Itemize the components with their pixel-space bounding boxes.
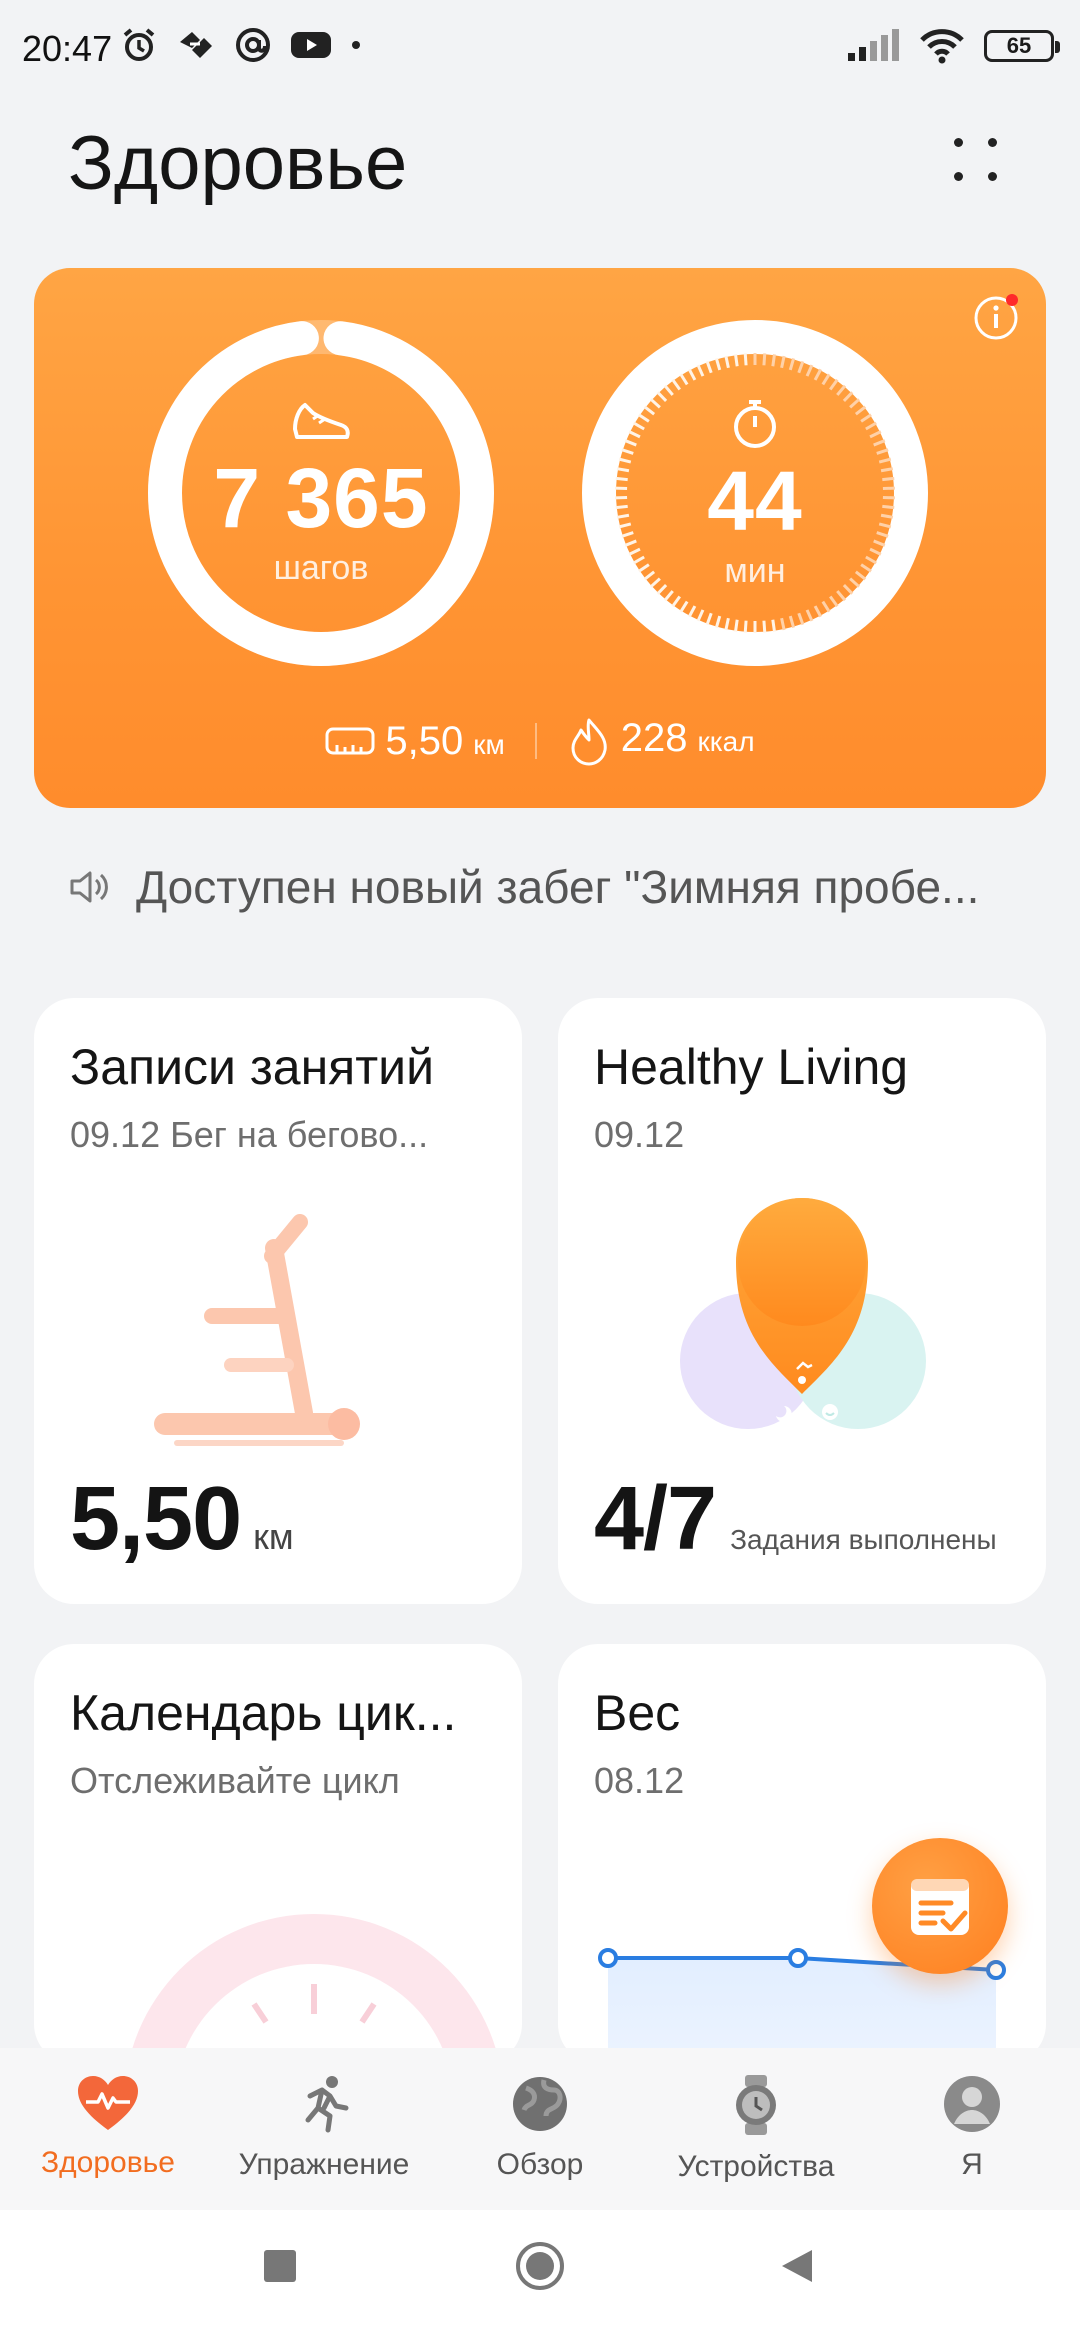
records-distance: 5,50 км <box>70 1468 294 1571</box>
healthy-living-card[interactable]: Healthy Living 09.12 4/7 Задания выполне… <box>558 998 1046 1604</box>
profile-icon <box>944 2076 1000 2132</box>
nav-label-me: Я <box>961 2148 983 2181</box>
watch-icon <box>736 2075 776 2135</box>
distance-stat: 5,50 км <box>325 718 505 764</box>
notification-icons <box>120 26 362 64</box>
info-icon[interactable] <box>972 292 1022 342</box>
add-record-button[interactable] <box>872 1838 1008 1974</box>
system-navigation <box>0 2210 1080 2340</box>
steps-value: 7 365 <box>213 450 429 545</box>
running-icon <box>305 2076 349 2133</box>
cycle-calendar-card[interactable]: Календарь цик... Отслеживайте цикл <box>34 1644 522 2064</box>
calories-stat: 228 ккал <box>567 716 755 766</box>
cycle-dial-graphic <box>128 1914 500 2064</box>
signal-icon <box>848 29 899 61</box>
minutes-ring[interactable]: 44 мин <box>580 318 930 668</box>
announcement-banner[interactable]: Доступен новый забег "Зимняя пробе... <box>68 860 1018 914</box>
calories-unit: ккал <box>697 726 755 757</box>
ruler-icon <box>325 727 375 755</box>
status-bar: 20:47 65 <box>0 0 1080 100</box>
steps-center: 7 365 шагов <box>146 318 496 668</box>
nav-item-devices[interactable]: Устройства <box>648 2048 864 2210</box>
weight-subtitle: 08.12 <box>594 1760 685 1801</box>
records-title: Записи занятий <box>70 1039 435 1095</box>
calories-value: 228 <box>620 716 688 760</box>
healthy-progress: 4/7 Задания выполнены <box>594 1468 997 1571</box>
healthy-value: 4/7 <box>594 1469 717 1569</box>
weight-title: Вес <box>594 1685 681 1741</box>
records-subtitle: 09.12 Бег на бегово... <box>70 1114 429 1155</box>
home-button[interactable] <box>514 2240 566 2292</box>
healthy-subtitle: 09.12 <box>594 1114 685 1155</box>
more-options-button[interactable] <box>946 130 1010 194</box>
records-value: 5,50 <box>70 1469 242 1569</box>
announcement-text: Доступен новый забег "Зимняя пробе... <box>136 861 980 913</box>
heart-pulse-icon <box>78 2076 138 2130</box>
globe-icon <box>513 2077 567 2131</box>
distance-unit: км <box>473 728 505 760</box>
healthy-caption: Задания выполнены <box>730 1524 997 1555</box>
page-title: Здоровье <box>68 121 408 206</box>
nav-label-devices: Устройства <box>677 2150 835 2183</box>
notes-check-icon <box>911 1879 969 1935</box>
cycle-title: Календарь цик... <box>70 1685 457 1741</box>
cycle-subtitle: Отслеживайте цикл <box>70 1760 400 1801</box>
shoe-icon <box>293 402 350 439</box>
system-icons: 65 <box>846 28 1060 64</box>
at-icon <box>236 28 270 62</box>
wifi-icon <box>920 29 964 64</box>
minutes-unit: мин <box>724 551 786 590</box>
status-time: 20:47 <box>22 28 113 69</box>
minutes-center: 44 мин <box>580 318 930 668</box>
nav-item-me[interactable]: Я <box>864 2048 1080 2210</box>
nav-item-overview[interactable]: Обзор <box>432 2048 648 2210</box>
steps-ring[interactable]: 7 365 шагов <box>146 318 496 668</box>
nav-item-health[interactable]: Здоровье <box>0 2048 216 2210</box>
treadmill-icon <box>154 1214 360 1446</box>
activity-card[interactable]: 7 365 шагов 44 мин 5,50 км 228 ккал <box>34 268 1046 808</box>
back-button[interactable] <box>778 2248 814 2284</box>
stat-divider <box>534 723 537 759</box>
exercise-records-card[interactable]: Записи занятий 09.12 Бег на бегово... 5,… <box>34 998 522 1604</box>
stopwatch-icon <box>734 399 776 448</box>
flame-icon <box>571 718 607 766</box>
alarm-icon <box>123 28 155 61</box>
battery-icon: 65 <box>984 30 1060 62</box>
nav-label-health: Здоровье <box>41 2146 175 2179</box>
minutes-value: 44 <box>707 453 803 548</box>
recent-apps-button[interactable] <box>262 2248 298 2284</box>
nav-label-overview: Обзор <box>496 2148 584 2181</box>
records-unit: км <box>253 1516 294 1557</box>
bottom-navigation: Здоровье Упражнение Обзор Устройства Я <box>0 2048 1080 2210</box>
nav-item-exercise[interactable]: Упражнение <box>216 2048 432 2210</box>
speaker-icon <box>70 871 108 903</box>
distance-value: 5,50 <box>385 718 464 763</box>
dot-icon <box>352 41 360 49</box>
steps-unit: шагов <box>273 548 369 587</box>
nav-label-exercise: Упражнение <box>238 2148 410 2181</box>
youtube-icon <box>291 32 331 58</box>
healthy-title: Healthy Living <box>594 1039 909 1095</box>
activity-stats: 5,50 км 228 ккал <box>34 716 1046 766</box>
healthy-petals-graphic <box>680 1198 926 1429</box>
health-app-icon <box>180 32 212 58</box>
